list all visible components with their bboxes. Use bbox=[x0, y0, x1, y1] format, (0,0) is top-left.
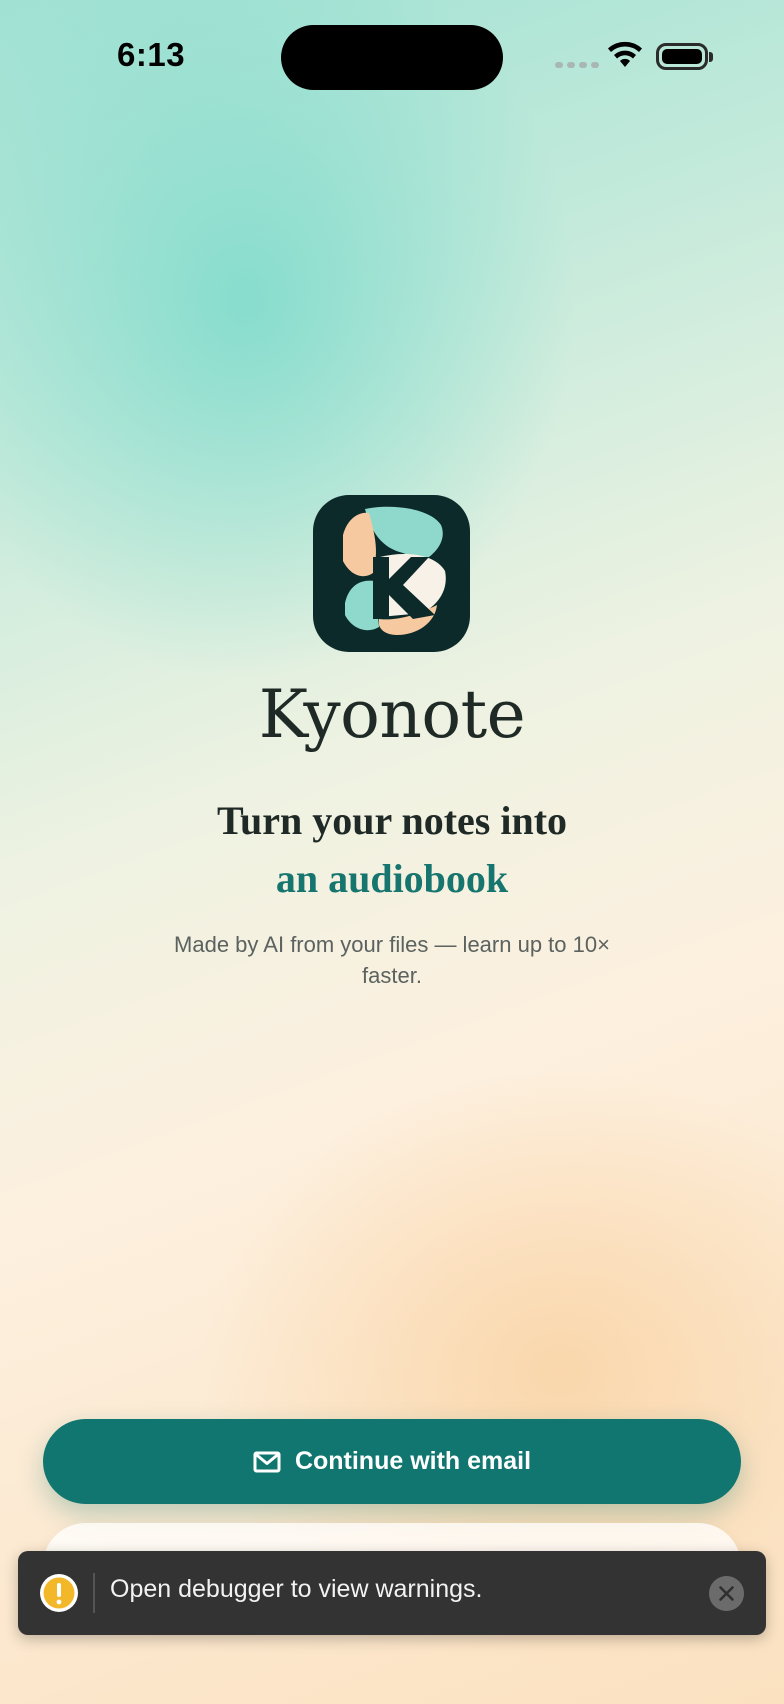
envelope-icon bbox=[253, 1451, 281, 1472]
kyonote-logo-icon bbox=[313, 495, 470, 652]
toast-divider bbox=[93, 1573, 95, 1613]
close-icon[interactable] bbox=[709, 1576, 744, 1611]
dynamic-island bbox=[281, 25, 503, 90]
debugger-warning-toast[interactable]: Open debugger to view warnings. bbox=[18, 1551, 766, 1635]
continue-with-email-label: Continue with email bbox=[294, 1447, 532, 1475]
battery-icon bbox=[656, 43, 708, 70]
warning-icon bbox=[40, 1574, 78, 1612]
wifi-icon bbox=[608, 41, 642, 67]
app-name: Kyonote bbox=[258, 676, 526, 753]
tagline: Made by AI from your files — learn up to… bbox=[174, 932, 610, 988]
headline-line-2: an audiobook bbox=[275, 856, 509, 901]
headline-line-1: Turn your notes into bbox=[216, 798, 568, 843]
status-time: 6:13 bbox=[117, 36, 186, 73]
toast-message: Open debugger to view warnings. bbox=[110, 1575, 483, 1603]
continue-with-email-button[interactable]: Continue with email bbox=[43, 1419, 741, 1504]
headline: Turn your notes into an audiobook bbox=[0, 792, 784, 908]
cellular-signal-icon bbox=[555, 62, 599, 68]
